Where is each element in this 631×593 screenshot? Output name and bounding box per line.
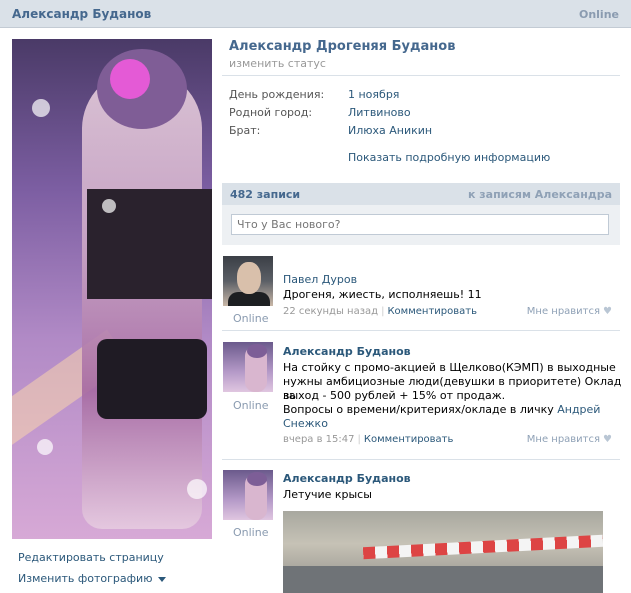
post-text: Летучие крысы <box>283 488 372 501</box>
post-author-name[interactable]: Александр Буданов <box>283 472 411 485</box>
info-label-brother: Брат: <box>229 124 261 137</box>
photo-glow <box>187 479 207 499</box>
avatar-face <box>237 262 261 294</box>
heart-icon: ♥ <box>603 306 612 317</box>
avatar-hair <box>247 344 267 358</box>
photo-figure <box>82 69 202 529</box>
image-barrier <box>362 534 603 560</box>
info-value-brother[interactable]: Илюха Аникин <box>348 124 432 137</box>
divider <box>222 459 620 460</box>
post-text-line: Снежко <box>283 417 328 431</box>
meta-separator: | <box>381 306 385 317</box>
post-time[interactable]: вчера в 15:47 <box>283 434 355 445</box>
post-text-fragment: Вопросы о времени/критериях/окладе в лич… <box>283 403 558 416</box>
like-button[interactable]: Мне нравится ♥ <box>527 306 612 317</box>
post-text-line: На стойку с промо-акцией в Щелково(КЭМП)… <box>283 361 616 374</box>
image-road <box>283 566 603 593</box>
change-photo-label: Изменить фотографию <box>18 572 153 585</box>
show-more-info-link[interactable]: Показать подробную информацию <box>348 151 550 164</box>
avatar-body <box>228 292 270 306</box>
photo-glow <box>102 199 116 213</box>
new-post-input[interactable] <box>231 214 609 235</box>
divider <box>222 330 620 331</box>
change-photo-link[interactable]: Изменить фотографию <box>18 572 167 585</box>
info-value-birthday[interactable]: 1 ноября <box>348 88 399 101</box>
post-author-avatar[interactable] <box>223 342 273 392</box>
wall-post-count[interactable]: 482 записи <box>230 188 300 201</box>
post-author-name[interactable]: Павел Дуров <box>283 273 357 286</box>
comment-link[interactable]: Комментировать <box>364 434 454 445</box>
photo-flower <box>110 59 150 99</box>
info-label-hometown: Родной город: <box>229 106 313 119</box>
post-text-line: выход - 500 рублей + 15% от продаж. <box>283 389 506 402</box>
post-image[interactable] <box>283 511 603 593</box>
post-author-name[interactable]: Александр Буданов <box>283 345 411 358</box>
change-status-link[interactable]: изменить статус <box>229 57 326 70</box>
profile-photo[interactable] <box>12 39 212 539</box>
post-text-line: Вопросы о времени/критериях/окладе в лич… <box>283 403 600 417</box>
profile-full-name: Александр Дрогеняя Буданов <box>229 39 456 54</box>
to-user-posts-link[interactable]: к записям Александра <box>468 188 612 201</box>
post-online-label: Online <box>233 526 269 539</box>
mentioned-user-link[interactable]: Андрей <box>557 403 600 416</box>
post-text: Дрогеня, жиесть, исполняешь! 11 <box>283 288 482 301</box>
meta-separator: | <box>357 434 361 445</box>
divider <box>222 75 620 76</box>
comment-link[interactable]: Комментировать <box>387 306 477 317</box>
avatar-hair <box>247 472 267 486</box>
post-author-avatar[interactable] <box>223 256 273 306</box>
like-label: Мне нравится <box>526 306 601 317</box>
mentioned-user-link[interactable]: Снежко <box>283 417 328 430</box>
post-author-avatar[interactable] <box>223 470 273 520</box>
new-post-box <box>222 205 620 245</box>
post-time[interactable]: 22 секунды назад <box>283 306 378 317</box>
info-value-hometown[interactable]: Литвиново <box>348 106 411 119</box>
online-status: Online <box>578 8 619 21</box>
info-label-birthday: День рождения: <box>229 88 325 101</box>
like-label: Мне нравится <box>526 434 601 445</box>
post-meta: 22 секунды назад | Комментировать <box>283 306 477 317</box>
post-meta: вчера в 15:47 | Комментировать <box>283 434 453 445</box>
photo-glow <box>37 439 53 455</box>
profile-header-bar: Александр Буданов Online <box>0 0 631 28</box>
photo-shorts <box>97 339 207 419</box>
photo-glow <box>32 99 50 117</box>
like-button[interactable]: Мне нравится ♥ <box>527 434 612 445</box>
heart-icon: ♥ <box>603 434 612 445</box>
chevron-down-icon <box>158 576 167 582</box>
post-online-label: Online <box>233 312 269 325</box>
edit-page-link[interactable]: Редактировать страницу <box>18 551 164 564</box>
post-online-label: Online <box>233 399 269 412</box>
header-user-name[interactable]: Александр Буданов <box>12 7 151 21</box>
wall-header: 482 записи к записям Александра <box>222 183 620 205</box>
